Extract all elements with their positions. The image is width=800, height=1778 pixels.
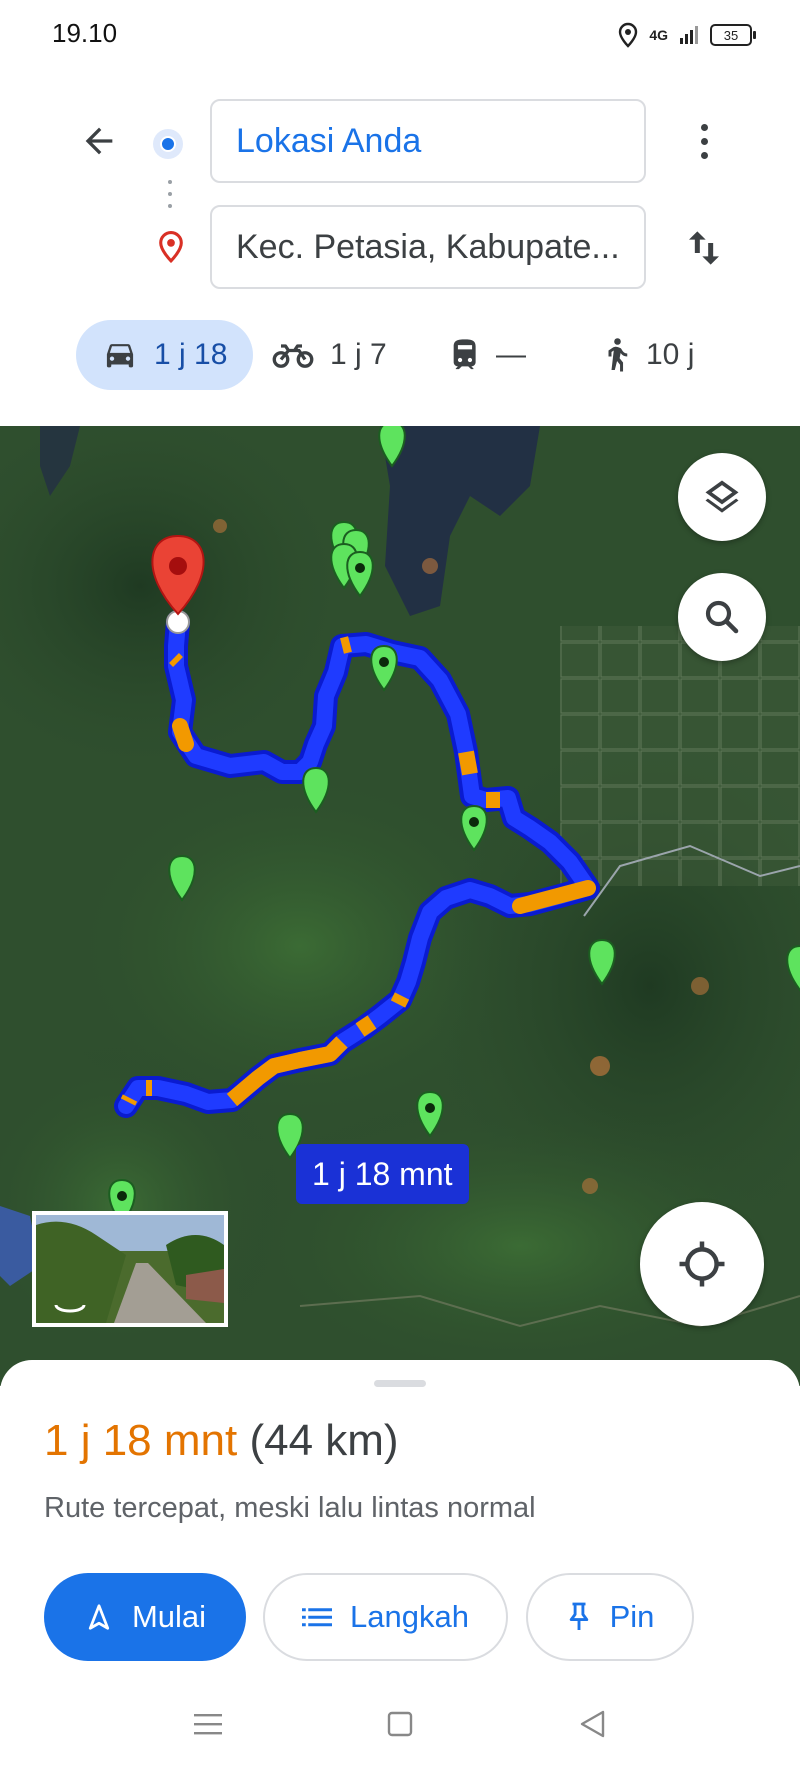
origin-input[interactable]: Lokasi Anda bbox=[210, 99, 646, 183]
layers-icon bbox=[705, 480, 739, 513]
more-vert-icon bbox=[700, 123, 708, 131]
street-view-image bbox=[36, 1215, 224, 1323]
recent-apps-button[interactable] bbox=[186, 1702, 230, 1746]
network-label: 4G bbox=[649, 27, 668, 43]
tab-transit-label: — bbox=[496, 338, 526, 371]
tab-car-label: 1 j 18 bbox=[154, 338, 228, 371]
battery-icon: 35 bbox=[710, 24, 756, 46]
origin-input-text: Lokasi Anda bbox=[236, 121, 422, 160]
car-icon bbox=[106, 344, 134, 368]
system-navigation-bar bbox=[0, 1680, 800, 1778]
destination-pin-icon bbox=[155, 230, 187, 271]
start-navigation-button[interactable]: Mulai bbox=[44, 1573, 246, 1661]
route-duration-callout[interactable]: 1 j 18 mnt bbox=[296, 1144, 469, 1204]
walk-icon bbox=[608, 338, 628, 372]
travel-mode-tabs: 1 j 18 1 j 7 — 10 j bbox=[0, 318, 800, 394]
status-icons: 4G 35 bbox=[617, 20, 756, 50]
tab-car[interactable]: 1 j 18 bbox=[76, 320, 254, 390]
tab-motorcycle[interactable]: 1 j 7 bbox=[272, 320, 387, 390]
pin-label: Pin bbox=[609, 1599, 655, 1634]
tab-walk-label: 10 j bbox=[646, 338, 695, 371]
tab-walk[interactable]: 10 j bbox=[602, 320, 694, 390]
swap-locations-button[interactable] bbox=[676, 220, 732, 276]
location-icon bbox=[619, 22, 638, 48]
route-connector bbox=[168, 180, 172, 216]
route-distance: (44 km) bbox=[249, 1416, 399, 1465]
my-location-button[interactable] bbox=[640, 1202, 764, 1326]
arrow-back-icon bbox=[85, 127, 113, 155]
signal-icon bbox=[680, 26, 698, 44]
start-label: Mulai bbox=[131, 1599, 207, 1634]
route-summary: 1 j 18 mnt (44 km) bbox=[44, 1416, 399, 1466]
square-icon bbox=[387, 1711, 413, 1737]
status-bar: 19.10 4G 35 bbox=[0, 0, 800, 70]
steps-button[interactable]: Langkah bbox=[263, 1573, 508, 1661]
swap-vert-icon bbox=[689, 231, 719, 265]
tab-motorcycle-label: 1 j 7 bbox=[330, 338, 387, 371]
steps-label: Langkah bbox=[350, 1599, 469, 1634]
pin-button[interactable]: Pin bbox=[526, 1573, 694, 1661]
gps-fixed-icon bbox=[679, 1241, 725, 1287]
destination-input-text: Kec. Petasia, Kabupate... bbox=[236, 227, 620, 266]
more-options-button[interactable] bbox=[684, 112, 724, 170]
tab-transit[interactable]: — bbox=[450, 320, 526, 390]
battery-level: 35 bbox=[723, 27, 739, 43]
menu-icon bbox=[194, 1714, 222, 1735]
origin-dot-icon bbox=[153, 129, 183, 159]
motorcycle-icon bbox=[272, 344, 314, 368]
back-nav-button[interactable] bbox=[570, 1702, 614, 1746]
street-view-thumbnail[interactable] bbox=[32, 1211, 228, 1327]
pushpin-icon bbox=[569, 1602, 588, 1630]
navigation-arrow-icon bbox=[88, 1604, 110, 1630]
status-time: 19.10 bbox=[52, 18, 118, 48]
search-icon bbox=[705, 600, 739, 634]
train-icon bbox=[453, 339, 476, 370]
triangle-back-icon bbox=[580, 1710, 605, 1738]
back-button[interactable] bbox=[70, 112, 128, 170]
sheet-drag-handle[interactable] bbox=[374, 1380, 426, 1387]
home-button[interactable] bbox=[378, 1702, 422, 1746]
route-description: Rute tercepat, meski lalu lintas normal bbox=[44, 1492, 536, 1524]
list-icon bbox=[302, 1608, 333, 1627]
layers-button[interactable] bbox=[678, 453, 766, 541]
destination-input[interactable]: Kec. Petasia, Kabupate... bbox=[210, 205, 646, 289]
search-along-route-button[interactable] bbox=[678, 573, 766, 661]
route-duration: 1 j 18 mnt bbox=[44, 1416, 238, 1465]
